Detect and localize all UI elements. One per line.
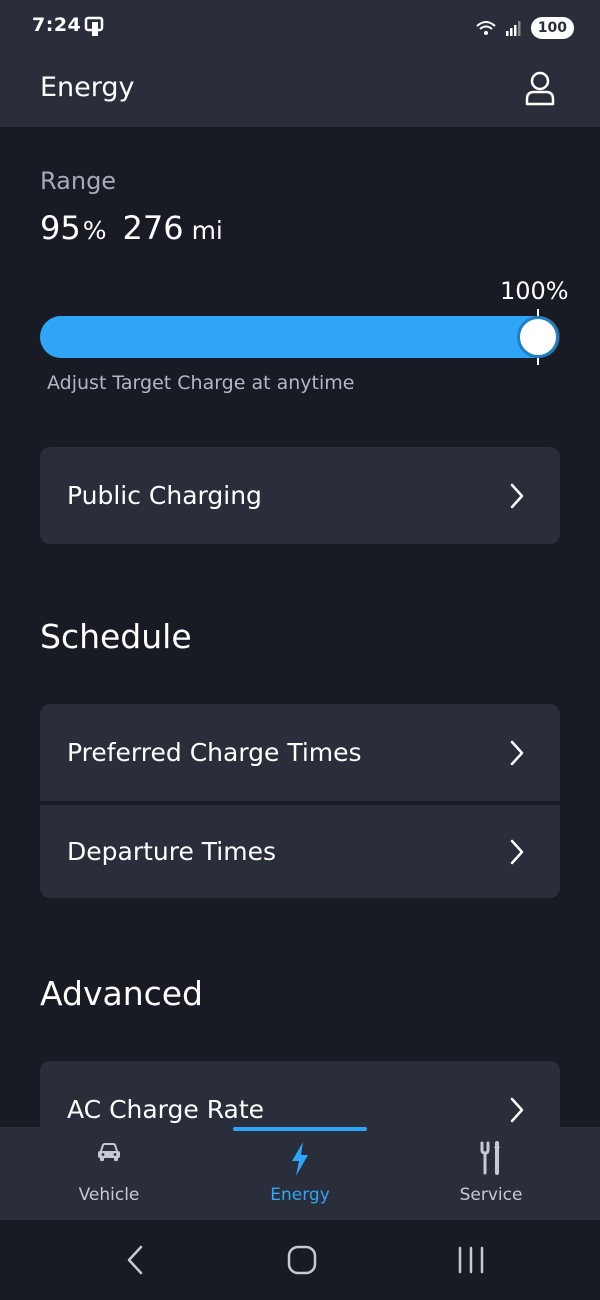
person-icon[interactable] bbox=[524, 70, 556, 106]
slider-thumb[interactable] bbox=[517, 316, 559, 358]
chevron-right-icon bbox=[510, 483, 524, 508]
advanced-title: Advanced bbox=[40, 974, 204, 1013]
preferred-charge-times-row[interactable]: Preferred Charge Times bbox=[40, 704, 560, 801]
schedule-card: Preferred Charge Times Departure Times bbox=[40, 704, 560, 898]
range-percent-unit: % bbox=[82, 216, 107, 245]
page-title: Energy bbox=[40, 72, 135, 103]
range-percent: 95 bbox=[40, 209, 81, 247]
public-charging-row[interactable]: Public Charging bbox=[40, 447, 560, 544]
bottom-navigation: Vehicle Energy Service bbox=[0, 1127, 600, 1220]
preferred-charge-times-label: Preferred Charge Times bbox=[67, 738, 362, 767]
advanced-card: AC Charge Rate bbox=[40, 1061, 560, 1127]
range-miles-unit: mi bbox=[191, 216, 223, 245]
nav-tab-energy[interactable]: Energy bbox=[200, 1127, 400, 1220]
public-charging-label: Public Charging bbox=[67, 481, 262, 510]
signal-icon bbox=[505, 21, 521, 36]
nav-tab-vehicle[interactable]: Vehicle bbox=[9, 1127, 209, 1220]
back-icon[interactable] bbox=[124, 1244, 146, 1276]
nav-tab-service[interactable]: Service bbox=[391, 1127, 591, 1220]
bolt-icon bbox=[292, 1142, 308, 1176]
chevron-right-icon bbox=[510, 1097, 524, 1122]
nav-label-energy: Energy bbox=[270, 1185, 330, 1205]
ac-charge-rate-label: AC Charge Rate bbox=[67, 1095, 265, 1124]
nav-label-service: Service bbox=[459, 1185, 523, 1205]
battery-badge: 100 bbox=[530, 17, 574, 39]
ac-charge-rate-row[interactable]: AC Charge Rate bbox=[40, 1061, 560, 1127]
status-right: 100 bbox=[475, 14, 574, 42]
slider-fill bbox=[40, 316, 534, 358]
chevron-right-icon bbox=[510, 839, 524, 864]
target-charge-value: 100% bbox=[500, 277, 569, 305]
slider-hint: Adjust Target Charge at anytime bbox=[47, 372, 355, 394]
tools-icon bbox=[480, 1141, 500, 1175]
recents-icon[interactable] bbox=[456, 1244, 486, 1276]
chevron-right-icon bbox=[510, 740, 524, 765]
main-content: Range 95% 276 mi 100% Adjust Target Charg… bbox=[0, 127, 600, 1127]
range-values: 95% 276 mi bbox=[40, 209, 223, 247]
nav-label-vehicle: Vehicle bbox=[78, 1185, 140, 1205]
status-bar: 7:24 100 bbox=[0, 0, 600, 56]
schedule-title: Schedule bbox=[40, 617, 192, 656]
range-miles: 276 bbox=[122, 209, 184, 247]
home-icon[interactable] bbox=[287, 1244, 317, 1276]
system-navigation-bar bbox=[0, 1220, 600, 1300]
status-time: 7:24 bbox=[32, 14, 82, 36]
wifi-icon bbox=[476, 21, 496, 35]
public-charging-card: Public Charging bbox=[40, 447, 560, 544]
notification-icon bbox=[84, 16, 104, 36]
departure-times-label: Departure Times bbox=[67, 837, 277, 866]
app-header: Energy bbox=[0, 56, 600, 127]
car-icon bbox=[98, 1143, 120, 1161]
departure-times-row[interactable]: Departure Times bbox=[40, 801, 560, 898]
target-charge-slider[interactable] bbox=[40, 316, 560, 358]
range-label: Range bbox=[40, 167, 117, 195]
